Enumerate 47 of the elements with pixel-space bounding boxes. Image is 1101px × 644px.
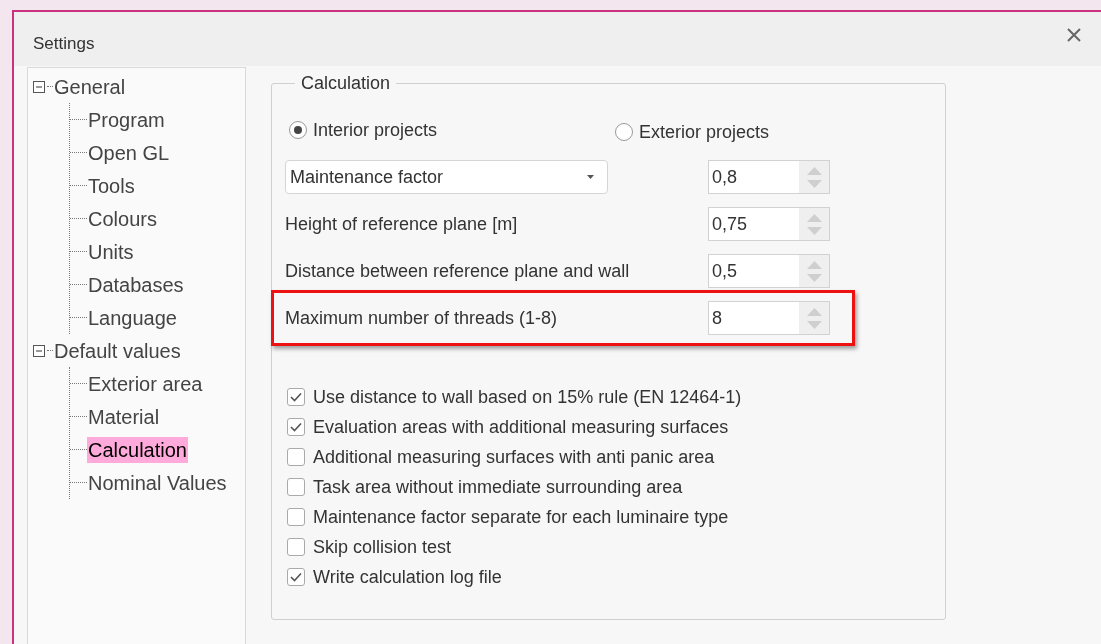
spin-down-icon[interactable] — [806, 273, 822, 282]
tree-item[interactable]: Open GL — [87, 139, 171, 166]
dropdown[interactable]: Maintenance factor — [285, 160, 608, 194]
tree-item[interactable]: Tools — [87, 172, 136, 199]
tree-item[interactable]: Language — [87, 304, 178, 331]
tree-item[interactable]: Colours — [87, 205, 158, 232]
tree-item[interactable]: Databases — [87, 271, 185, 298]
checkbox-option[interactable]: Maintenance factor separate for each luminaire type — [287, 507, 729, 527]
tree-item[interactable]: Nominal Values — [87, 469, 228, 496]
checkbox-option[interactable]: Skip collision test — [287, 537, 452, 557]
field-label: Height of reference plane [m] — [285, 213, 518, 235]
spin-down-icon[interactable] — [806, 320, 822, 329]
checkbox-option[interactable]: Task area without immediate surrounding area — [287, 477, 683, 497]
spin-box[interactable]: 0,5 — [708, 254, 830, 288]
collapse-icon[interactable] — [33, 80, 45, 93]
checkmark-icon — [290, 422, 302, 432]
spin-down-icon[interactable] — [806, 226, 822, 235]
tree-item[interactable]: Program — [87, 106, 166, 133]
field-label: Maximum number of threads (1-8) — [285, 307, 558, 329]
checkbox-option[interactable]: Evaluation areas with additional measuring surfaces — [287, 417, 729, 437]
checkmark-icon — [290, 392, 302, 402]
window-title: Settings — [33, 33, 95, 55]
spin-box[interactable]: 0,75 — [708, 207, 830, 241]
checkbox-option[interactable]: Write calculation log file — [287, 567, 502, 587]
group-title: Calculation — [300, 72, 392, 94]
tree-item[interactable]: Material — [87, 403, 161, 430]
spin-up-icon[interactable] — [806, 307, 822, 316]
tree-item[interactable]: Default values — [53, 337, 182, 364]
spin-up-icon[interactable] — [806, 166, 822, 175]
tree-item[interactable]: Calculation — [87, 436, 188, 463]
tree-item[interactable]: Units — [87, 238, 135, 265]
close-icon — [1067, 28, 1081, 42]
spin-down-icon[interactable] — [806, 179, 822, 188]
spin-up-icon[interactable] — [806, 213, 822, 222]
checkbox-option[interactable]: Use distance to wall based on 15% rule (EN 12464-1) — [287, 387, 742, 407]
caret-icon — [587, 175, 594, 179]
radio-option[interactable]: Interior projects — [289, 119, 615, 141]
field-label: Distance between reference plane and wall — [285, 260, 630, 282]
checkbox-option[interactable]: Additional measuring surfaces with anti panic area — [287, 447, 715, 467]
spin-box[interactable]: 0,8 — [708, 160, 830, 194]
spin-box[interactable]: 8 — [708, 301, 830, 335]
tree-item[interactable]: General — [53, 73, 127, 100]
collapse-icon[interactable] — [33, 344, 45, 357]
spin-up-icon[interactable] — [806, 260, 822, 269]
tree-item[interactable]: Exterior area — [87, 370, 204, 397]
checkmark-icon — [290, 572, 302, 582]
radio-option[interactable]: Exterior projects — [615, 121, 770, 143]
